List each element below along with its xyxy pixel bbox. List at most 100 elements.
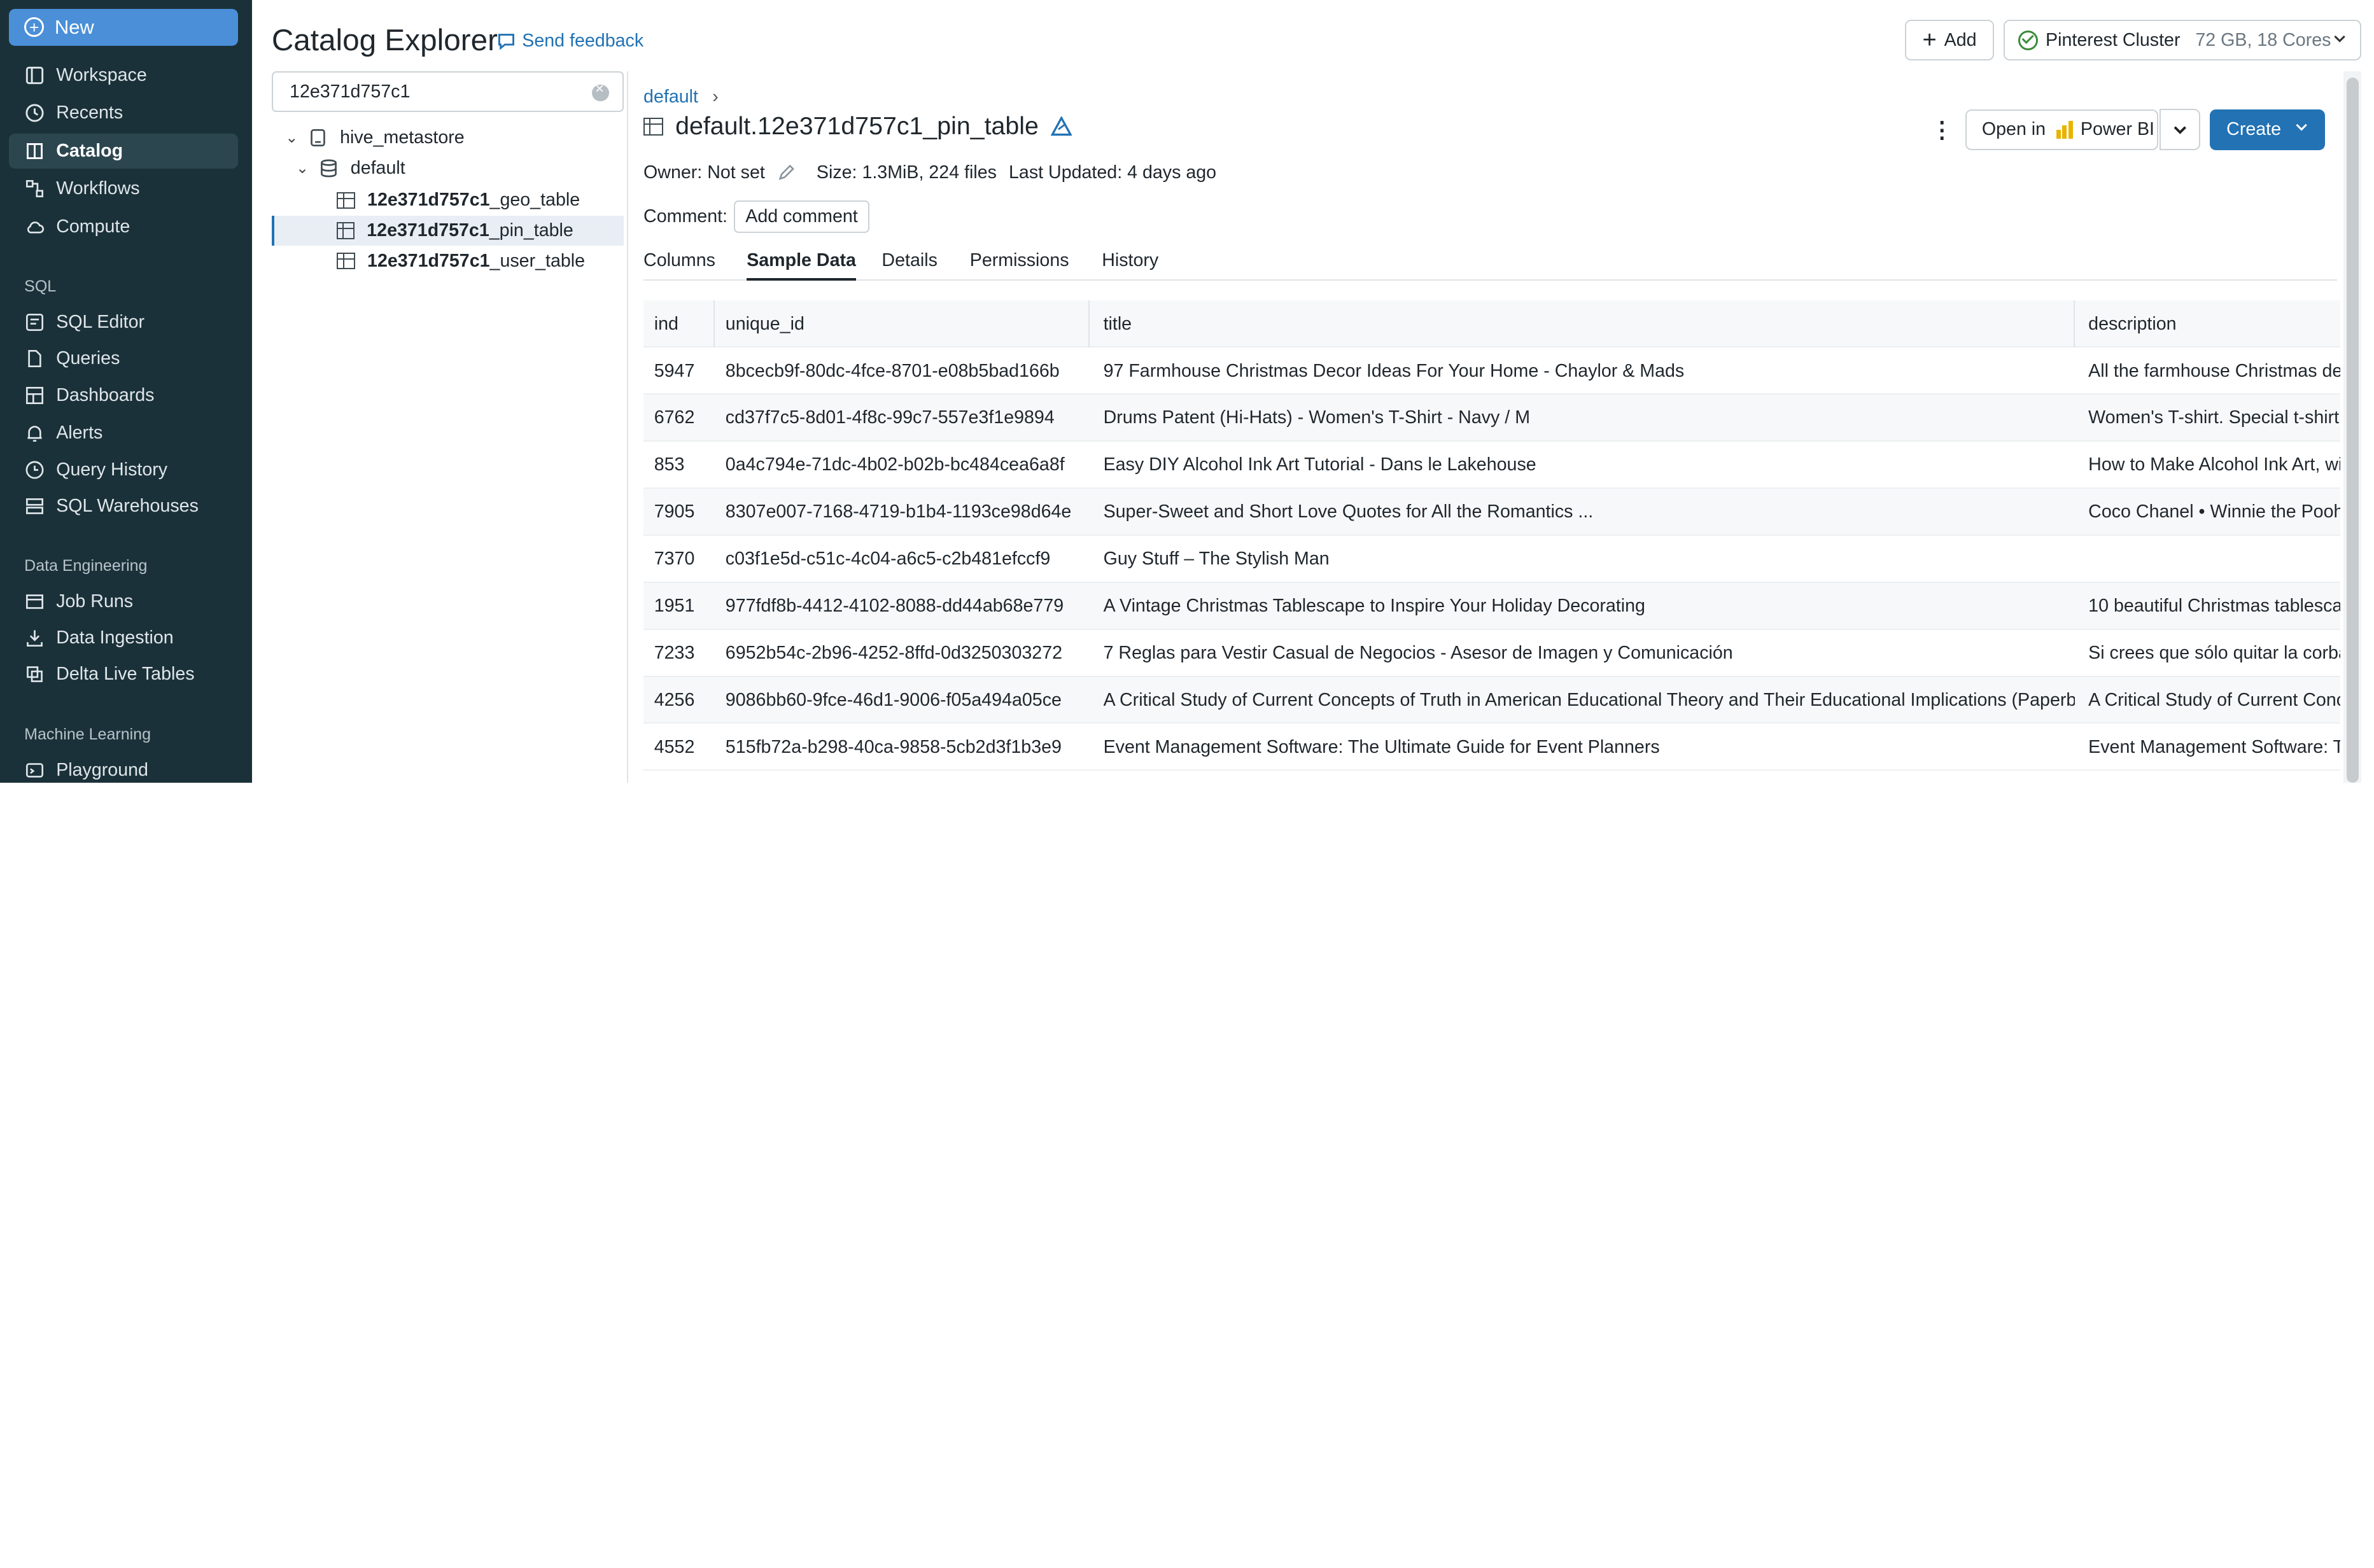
- tab-sample-data[interactable]: Sample Data: [747, 250, 856, 281]
- table-cell: Women's T-shirt. Special t-shirt: [2088, 407, 2340, 428]
- sidebar-item-playground[interactable]: Playground: [9, 753, 238, 783]
- sidebar-item-queries[interactable]: Queries: [9, 342, 238, 377]
- cluster-selector[interactable]: Pinterest Cluster 72 GB, 18 Cores: [2003, 19, 2362, 61]
- table-icon: [336, 222, 355, 239]
- sql-editor-icon: [24, 312, 45, 333]
- ingestion-icon: [24, 627, 45, 648]
- job-runs-icon: [24, 591, 45, 612]
- sidebar-item-recents[interactable]: Recents: [9, 95, 238, 130]
- tab-history[interactable]: History: [1102, 250, 1158, 281]
- pencil-icon[interactable]: [777, 164, 796, 182]
- table-row: 7233 6952b54c-2b96-4252-8ffd-0d3250303272…: [643, 630, 2341, 677]
- table-icon: [337, 192, 355, 209]
- table-cell: 853: [654, 454, 685, 475]
- tree-node-default-schema[interactable]: ⌄ default: [296, 153, 405, 184]
- table-cell: Si crees que sólo quitar la corba: [2088, 643, 2341, 664]
- sidebar-item-alerts[interactable]: Alerts: [9, 416, 238, 451]
- sidebar-item-workflows[interactable]: Workflows: [9, 171, 238, 206]
- chevron-down-icon[interactable]: ⌄: [285, 129, 300, 147]
- sidebar-item-delta-live-tables[interactable]: Delta Live Tables: [9, 657, 238, 692]
- tree-node-user-table[interactable]: 12e371d757c1 _user_table: [337, 246, 625, 276]
- table-cell: 6952b54c-2b96-4252-8ffd-0d3250303272: [725, 643, 1063, 664]
- owner-text: Owner: Not set: [643, 162, 765, 183]
- breadcrumb: default ›: [643, 87, 719, 108]
- table-row: 4256 9086bb60-9fce-46d1-9006-f05a494a05ce…: [643, 676, 2341, 724]
- tab-details[interactable]: Details: [881, 250, 937, 281]
- app-root: + New Workspace Recents Catalog Workflow…: [0, 0, 2374, 783]
- table-cell: Coco Chanel • Winnie the Pooh: [2088, 501, 2341, 522]
- add-comment-button[interactable]: Add comment: [733, 200, 870, 234]
- sidebar-item-query-history[interactable]: Query History: [9, 452, 238, 487]
- column-header[interactable]: description: [2077, 300, 2340, 347]
- sidebar-item-job-runs[interactable]: Job Runs: [9, 584, 238, 619]
- sidebar: + New Workspace Recents Catalog Workflow…: [0, 0, 252, 783]
- tree-node-pin-table[interactable]: 12e371d757c1 _pin_table: [271, 215, 624, 246]
- column-header[interactable]: title: [1093, 300, 2075, 348]
- chevron-down-icon: [2296, 123, 2307, 131]
- sidebar-item-compute[interactable]: Compute: [9, 209, 238, 244]
- sidebar-item-label: Workspace: [56, 64, 147, 85]
- tree-node-geo-table[interactable]: 12e371d757c1 _geo_table: [337, 185, 625, 216]
- header-row: ind unique_id title description: [643, 300, 2341, 348]
- chevron-down-icon: [2334, 36, 2345, 43]
- sidebar-item-label: Playground: [56, 759, 148, 780]
- table-row: 1951 977fdf8b-4412-4102-8088-dd44ab68e779…: [643, 582, 2341, 630]
- table-cell: How to Make Alcohol Ink Art, wit: [2088, 454, 2341, 475]
- chevron-down-icon: [2174, 126, 2186, 134]
- send-feedback-link[interactable]: Send feedback: [496, 31, 643, 52]
- table-cell: cd37f7c5-8d01-4f8c-99c7-557e3f1e9894: [725, 407, 1055, 428]
- table-row: 853 0a4c794e-71dc-4b02-b02b-bc484cea6a8f E…: [643, 442, 2341, 489]
- table-cell: Event Management Software: Th: [2088, 736, 2341, 757]
- sidebar-item-dashboards[interactable]: Dashboards: [9, 378, 238, 413]
- catalog-search-input[interactable]: 12e371d757c1: [271, 71, 624, 113]
- vertical-scrollbar[interactable]: [2343, 71, 2362, 783]
- cloud-icon: [24, 216, 45, 237]
- table-row: 7370 c03f1e5d-c51c-4c04-a6c5-c2b481efccf9…: [643, 536, 2341, 583]
- table-cell: 5947: [654, 360, 695, 381]
- sidebar-item-sql-warehouses[interactable]: SQL Warehouses: [9, 489, 238, 524]
- table-name-match: 12e371d757c1: [367, 220, 489, 241]
- sidebar-item-catalog[interactable]: Catalog: [9, 133, 239, 169]
- tab-permissions[interactable]: Permissions: [970, 250, 1069, 281]
- new-button-label: New: [54, 15, 94, 38]
- table-cell: c03f1e5d-c51c-4c04-a6c5-c2b481efccf9: [725, 549, 1051, 570]
- scrollbar-thumb[interactable]: [2346, 77, 2359, 783]
- table-title: default.12e371d757c1_pin_table: [643, 112, 1072, 141]
- breadcrumb-default[interactable]: default: [643, 87, 698, 107]
- table-cell: [2077, 536, 2340, 583]
- add-button[interactable]: + Add: [1904, 19, 1995, 61]
- open-in-power-bi-button[interactable]: Open in Power BI: [1965, 109, 2201, 151]
- new-button[interactable]: + New: [9, 9, 239, 46]
- table-cell: 4256: [654, 689, 695, 710]
- table-cell: A Critical Study of Current Conce: [2088, 689, 2341, 710]
- sidebar-item-sql-editor[interactable]: SQL Editor: [9, 305, 238, 340]
- table-row: 5947 8bcecb9f-80dc-4fce-8701-e08b5bad166b…: [643, 347, 2341, 395]
- search-value: 12e371d757c1: [290, 81, 411, 102]
- schema-icon: [320, 159, 337, 178]
- delta-lake-icon: [1050, 116, 1072, 136]
- sidebar-item-label: Dashboards: [56, 384, 155, 405]
- tree-node-hive-metastore[interactable]: ⌄ hive_metastore: [285, 123, 464, 153]
- create-button[interactable]: Create: [2209, 109, 2326, 151]
- table-name-rest: _user_table: [489, 250, 586, 271]
- table-row: 6762 cd37f7c5-8d01-4f8c-99c7-557e3f1e9894…: [643, 394, 2341, 442]
- chevron-down-icon[interactable]: ⌄: [296, 159, 311, 178]
- column-header[interactable]: unique_id: [715, 300, 1090, 348]
- plus-circle-icon: +: [24, 17, 45, 38]
- table-metadata: Owner: Not set Size: 1.3MiB, 224 files L…: [643, 162, 1216, 183]
- sidebar-item-workspace[interactable]: Workspace: [9, 58, 238, 93]
- table-cell: 7 Reglas para Vestir Casual de Negocios …: [1103, 643, 1733, 664]
- clear-search-icon[interactable]: [592, 80, 609, 102]
- sidebar-item-label: Alerts: [56, 423, 103, 444]
- table-cell: 9086bb60-9fce-46d1-9006-f05a494a05ce: [725, 689, 1062, 710]
- open-in-dropdown-button[interactable]: [2159, 109, 2201, 150]
- comment-label: Comment:: [643, 206, 728, 227]
- table-detail-panel: default › default.12e371d757c1_pin_table…: [643, 71, 2343, 783]
- sidebar-item-label: Queries: [56, 348, 120, 369]
- more-options-icon[interactable]: ⋮: [1930, 117, 1953, 143]
- clock-icon: [24, 102, 45, 123]
- tab-columns[interactable]: Columns: [643, 250, 715, 281]
- column-header[interactable]: ind: [643, 300, 715, 348]
- table-name-match: 12e371d757c1: [367, 250, 490, 271]
- sidebar-item-data-ingestion[interactable]: Data Ingestion: [9, 620, 238, 655]
